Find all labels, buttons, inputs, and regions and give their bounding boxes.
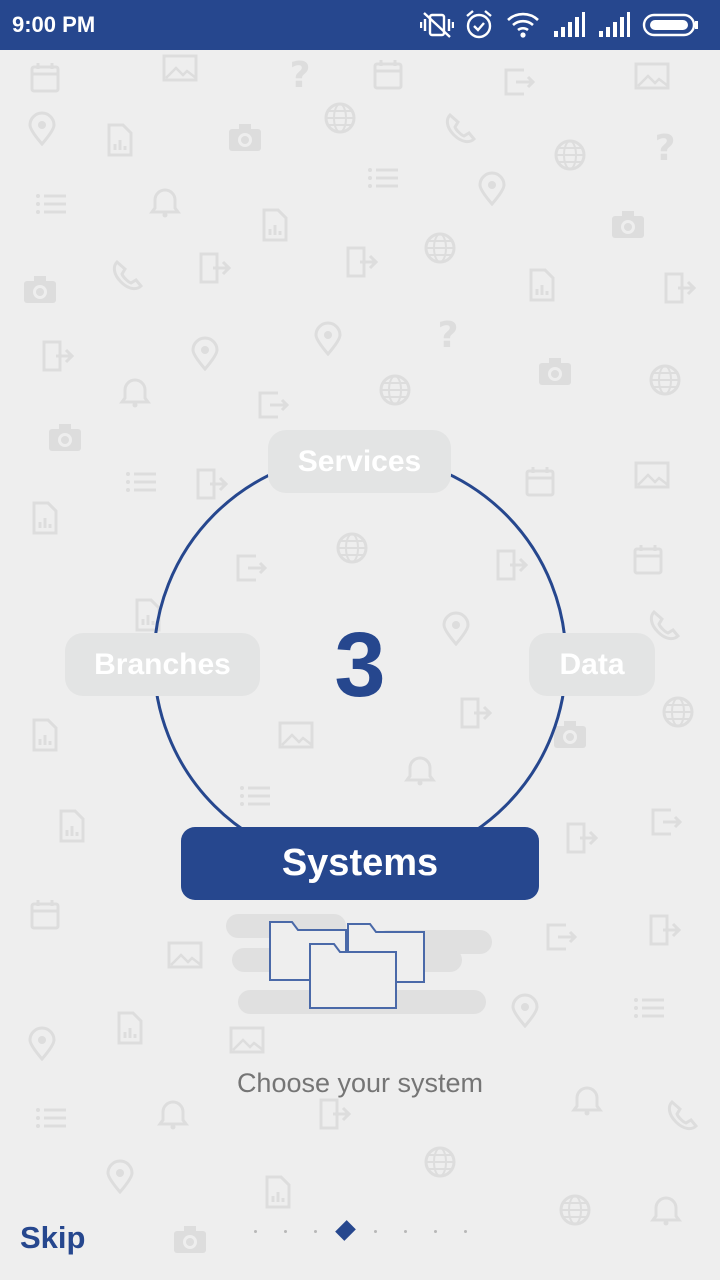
branches-label: Branches [94, 647, 231, 681]
status-time: 9:00 PM [12, 12, 96, 37]
page-dot[interactable] [314, 1230, 317, 1233]
page-dot-active[interactable] [335, 1220, 356, 1241]
step-number: 3 [334, 614, 386, 716]
services-option[interactable]: Services [268, 430, 451, 493]
page-dot[interactable] [434, 1230, 437, 1233]
page-dot[interactable] [464, 1230, 467, 1233]
signal-icon [599, 12, 630, 37]
folders-icon [226, 914, 492, 1014]
status-bar: 9:00 PM [0, 0, 720, 50]
wifi-icon [507, 12, 539, 38]
alarm-icon [466, 10, 492, 39]
page-dot[interactable] [254, 1230, 257, 1233]
data-option[interactable]: Data [529, 633, 655, 696]
status-icons [420, 9, 710, 41]
services-label: Services [297, 444, 422, 478]
vibrate-off-icon [420, 12, 454, 38]
page-indicator [240, 1220, 480, 1242]
signal-icon [554, 12, 585, 37]
skip-button[interactable]: Skip [20, 1220, 85, 1256]
battery-icon [642, 13, 698, 37]
systems-label: Systems [281, 842, 439, 884]
systems-option[interactable]: Systems [181, 827, 539, 900]
page-dot[interactable] [404, 1230, 407, 1233]
page-dot[interactable] [284, 1230, 287, 1233]
subtitle: Choose your system [236, 1068, 484, 1098]
branches-option[interactable]: Branches [65, 633, 260, 696]
page-dot[interactable] [374, 1230, 377, 1233]
data-label: Data [559, 647, 625, 681]
